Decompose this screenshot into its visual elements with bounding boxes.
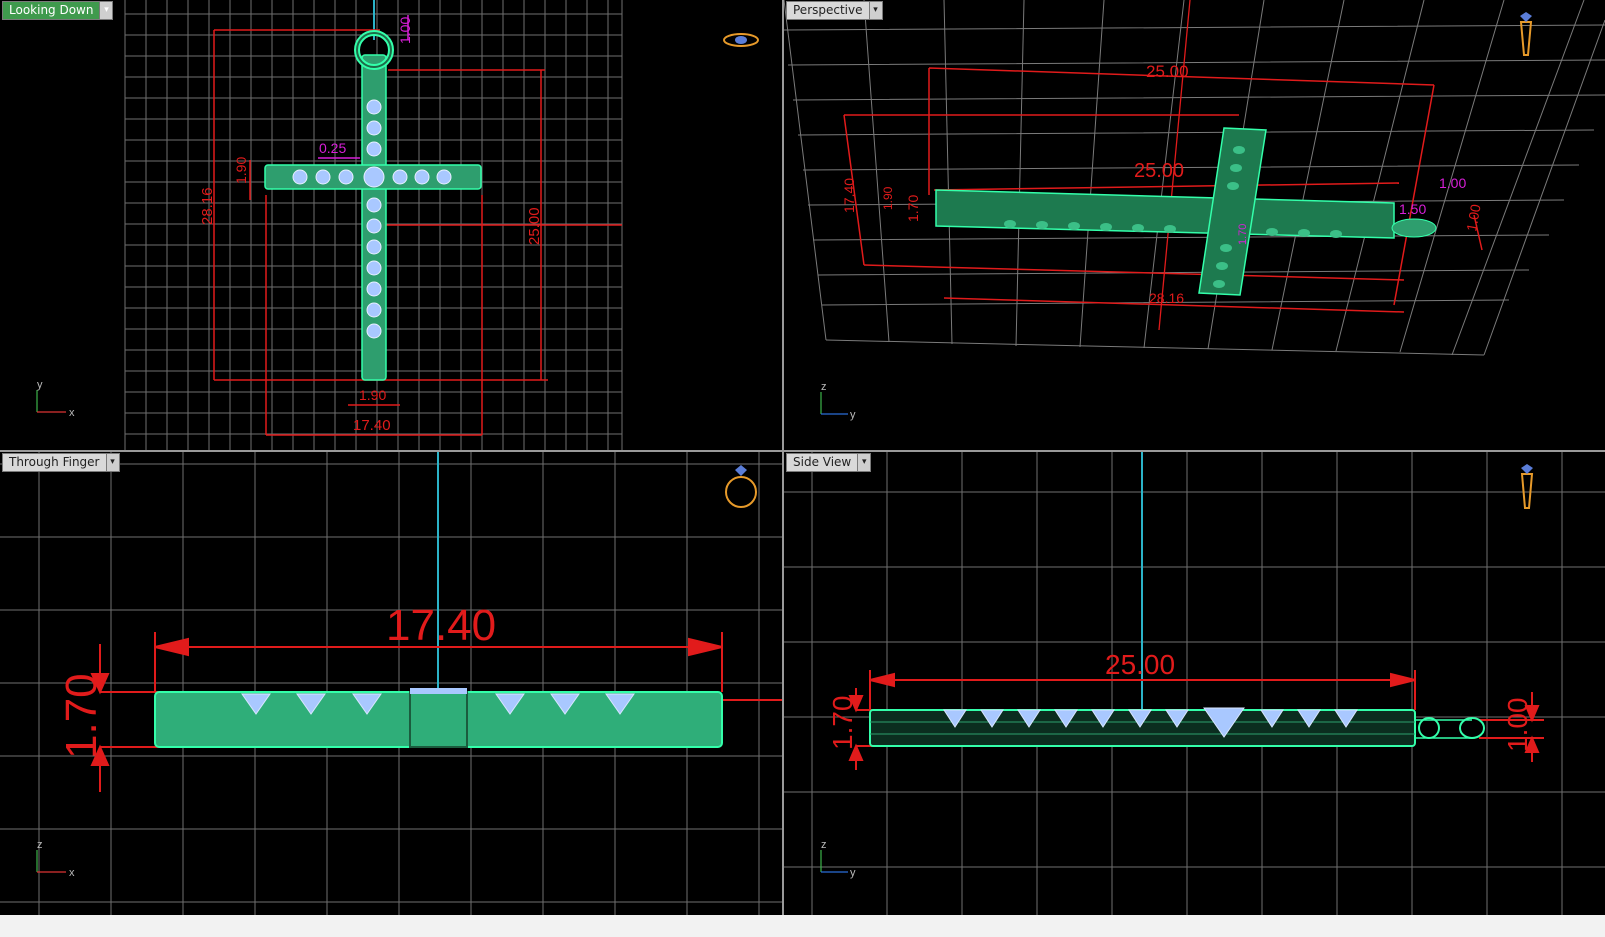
dim-text: 1.70 bbox=[905, 195, 921, 222]
viewport-canvas: 1.00 0.25 1.90 28.16 25.00 1.90 17.40 y … bbox=[36, 0, 759, 450]
dropdown-arrow-icon[interactable]: ▾ bbox=[105, 454, 119, 471]
axis-label: z bbox=[821, 381, 827, 393]
dim-text: 28.16 bbox=[1149, 290, 1184, 306]
axis-label: x bbox=[69, 867, 75, 879]
viewport-title-text: Through Finger bbox=[9, 455, 100, 469]
dim-text: 17.40 bbox=[353, 417, 391, 434]
dim-text: 0.25 bbox=[319, 140, 346, 156]
viewport-perspective[interactable]: 25.00 25.00 17.40 1.70 1.90 28.16 1.00 1… bbox=[784, 0, 1605, 450]
viewport-canvas: 17.40 1.70 z x bbox=[0, 452, 782, 915]
axis-widget: z y bbox=[820, 839, 856, 879]
dropdown-arrow-icon[interactable]: ▾ bbox=[857, 454, 871, 471]
dim-text: 1.00 bbox=[397, 17, 413, 44]
grid bbox=[784, 452, 1605, 915]
dim-text: 1.00 bbox=[1502, 698, 1533, 753]
axis-widget: z y bbox=[820, 381, 856, 421]
dim-text: 25.00 bbox=[1134, 160, 1184, 182]
viewport-looking-down[interactable]: 1.00 0.25 1.90 28.16 25.00 1.90 17.40 y … bbox=[0, 0, 782, 450]
viewport-title-text: Side View bbox=[793, 455, 852, 469]
dim-text: 1.90 bbox=[233, 157, 249, 184]
dim-text: 1.70 bbox=[57, 673, 106, 759]
viewport-canvas: 25.00 25.00 17.40 1.70 1.90 28.16 1.00 1… bbox=[784, 0, 1605, 421]
bottom-bar bbox=[0, 915, 1605, 937]
axis-label: z bbox=[821, 839, 827, 851]
ring-shank-model bbox=[154, 688, 723, 748]
dropdown-arrow-icon[interactable]: ▾ bbox=[868, 2, 882, 19]
ring-front-icon[interactable] bbox=[725, 465, 757, 508]
dim-text: 1.50 bbox=[1399, 201, 1426, 217]
perspective-grid bbox=[784, 0, 1605, 356]
viewport-canvas: 25.00 1.70 1.00 z y bbox=[784, 452, 1605, 915]
dropdown-arrow-icon[interactable]: ▾ bbox=[99, 2, 113, 19]
dim-text: 25.00 bbox=[526, 207, 543, 245]
dim-text: 1.90 bbox=[881, 186, 895, 210]
ring-side-icon[interactable] bbox=[1520, 464, 1534, 509]
ring-top-icon[interactable] bbox=[723, 33, 759, 47]
viewport-title-perspective[interactable]: Perspective ▾ bbox=[786, 1, 883, 20]
viewport-through-finger[interactable]: 17.40 1.70 z x Through Finger ▾ bbox=[0, 452, 782, 915]
axis-label: y bbox=[850, 867, 856, 879]
dim-text: 25.00 bbox=[1146, 62, 1189, 81]
viewport-divider-vertical[interactable] bbox=[782, 0, 784, 915]
dim-text: 1.70 bbox=[827, 696, 858, 751]
viewport-title-side-view[interactable]: Side View ▾ bbox=[786, 453, 872, 472]
axis-label: y bbox=[37, 379, 43, 391]
dim-text: 25.00 bbox=[1105, 649, 1175, 680]
axis-label: z bbox=[37, 839, 43, 851]
viewport-side-view[interactable]: 25.00 1.70 1.00 z y Side View ▾ bbox=[784, 452, 1605, 915]
viewport-title-through-finger[interactable]: Through Finger ▾ bbox=[2, 453, 120, 472]
dim-text: 1.70 bbox=[1237, 224, 1249, 245]
dim-text: 1.00 bbox=[1439, 175, 1466, 191]
axis-widget: y x bbox=[36, 379, 75, 419]
axis-widget: z x bbox=[36, 839, 75, 879]
cross-model bbox=[935, 127, 1437, 296]
viewport-title-looking-down[interactable]: Looking Down ▾ bbox=[2, 1, 114, 20]
dim-text: 28.16 bbox=[199, 187, 216, 225]
axis-label: x bbox=[69, 407, 75, 419]
dimension-lines bbox=[213, 29, 622, 436]
viewport-divider-horizontal[interactable] bbox=[0, 450, 1605, 452]
ring-perspective-icon[interactable] bbox=[1519, 12, 1533, 56]
dim-text: 1.90 bbox=[359, 387, 386, 403]
dim-text: 1.00 bbox=[1463, 203, 1484, 233]
grid bbox=[0, 452, 782, 915]
axis-label: y bbox=[850, 409, 856, 421]
viewport-title-text: Perspective bbox=[793, 3, 863, 17]
cross-model bbox=[264, 30, 482, 381]
dim-text: 17.40 bbox=[386, 601, 496, 650]
cross-side-model bbox=[869, 707, 1485, 747]
dim-text: 17.40 bbox=[841, 178, 857, 213]
viewport-title-text: Looking Down bbox=[9, 3, 94, 17]
